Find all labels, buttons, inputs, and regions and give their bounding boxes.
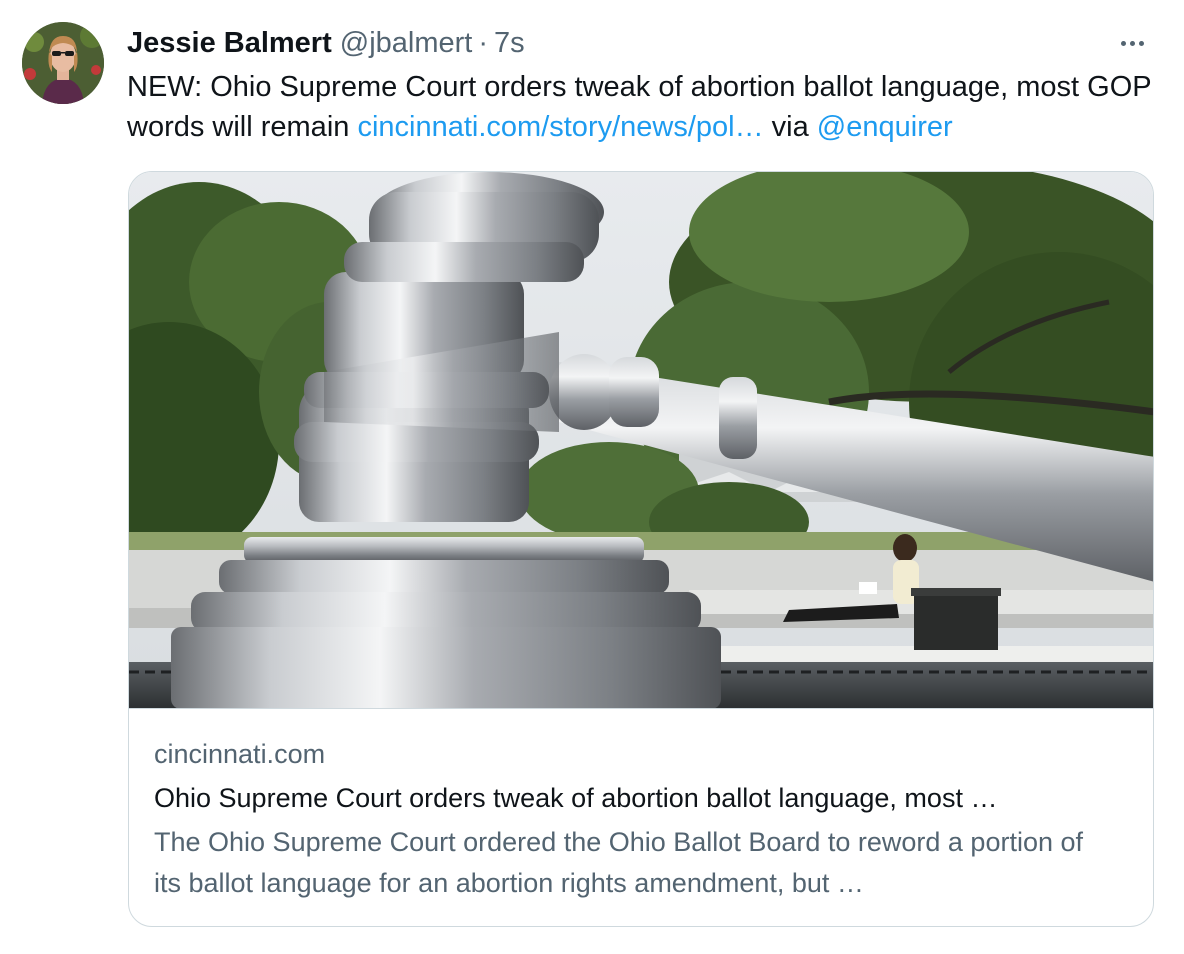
gavel-sculpture-photo xyxy=(129,172,1153,708)
card-description: The Ohio Supreme Court ordered the Ohio … xyxy=(154,827,1084,898)
tweet-text-segment: via xyxy=(763,111,817,143)
tweet-timestamp[interactable]: 7s xyxy=(494,27,525,60)
tweet[interactable]: Jessie Balmert @jbalmert · 7s NEW: Ohio … xyxy=(0,0,1184,954)
more-dot xyxy=(1129,40,1135,46)
author-handle[interactable]: @jbalmert xyxy=(340,27,473,60)
header-separator: · xyxy=(478,26,489,59)
mention-link[interactable]: @enquirer xyxy=(817,111,953,143)
card-image[interactable] xyxy=(129,172,1153,709)
more-options-button[interactable] xyxy=(1114,28,1150,58)
author-avatar[interactable] xyxy=(22,22,104,104)
card-title: Ohio Supreme Court orders tweak of abort… xyxy=(154,783,998,813)
card-domain: cincinnati.com xyxy=(154,739,326,769)
more-horizontal-icon xyxy=(1120,40,1126,46)
author-display-name[interactable]: Jessie Balmert xyxy=(127,27,332,60)
more-dot xyxy=(1138,40,1144,46)
tweet-header: Jessie Balmert @jbalmert · 7s xyxy=(127,24,525,62)
link-preview-card[interactable]: cincinnati.com Ohio Supreme Court orders… xyxy=(128,171,1154,927)
tweet-url-link[interactable]: cincinnati.com/story/news/pol… xyxy=(357,111,763,143)
tweet-text: NEW: Ohio Supreme Court orders tweak of … xyxy=(127,67,1157,147)
user-avatar-photo xyxy=(22,22,104,104)
